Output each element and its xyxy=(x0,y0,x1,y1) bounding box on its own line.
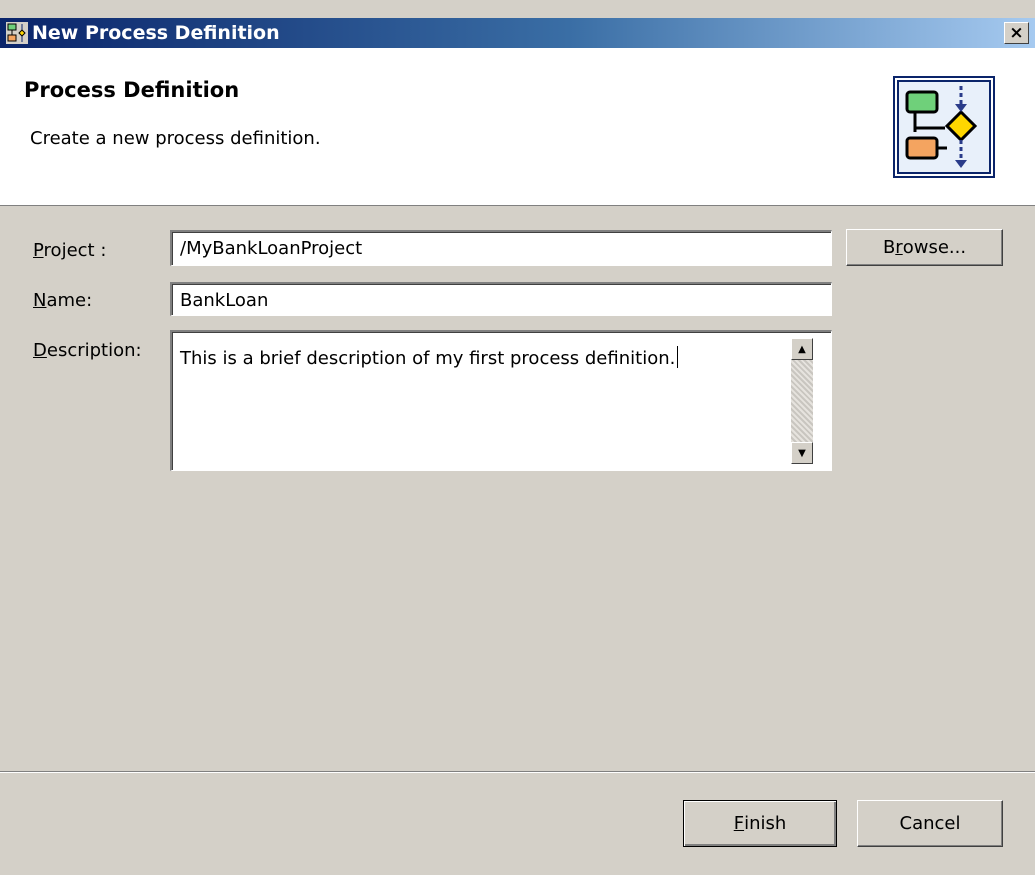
scroll-down-button[interactable]: ▼ xyxy=(791,442,813,464)
close-icon: × xyxy=(1009,22,1024,43)
cancel-button[interactable]: Cancel xyxy=(857,800,1003,847)
footer-divider xyxy=(0,771,1035,773)
name-field[interactable]: BankLoan xyxy=(170,282,832,316)
new-process-definition-dialog: New Process Definition × Process Definit… xyxy=(0,0,1035,875)
close-button[interactable]: × xyxy=(1004,22,1029,44)
description-scrollbar[interactable]: ▲ ▼ xyxy=(791,338,813,464)
process-flow-icon xyxy=(6,22,28,44)
project-label: Project : xyxy=(33,240,107,261)
project-field[interactable]: /MyBankLoanProject xyxy=(170,230,832,266)
description-label: Description: xyxy=(33,340,142,361)
process-flow-icon xyxy=(893,76,995,178)
text-caret xyxy=(677,346,679,368)
description-textarea[interactable]: This is a brief description of my first … xyxy=(170,330,832,471)
name-label: Name: xyxy=(33,290,93,311)
page-description: Create a new process definition. xyxy=(30,128,321,149)
page-title: Process Definition xyxy=(24,78,240,102)
arrow-down-icon: ▼ xyxy=(798,447,806,459)
finish-button[interactable]: Finish xyxy=(683,800,837,847)
description-text: This is a brief description of my first … xyxy=(180,346,679,369)
scroll-up-button[interactable]: ▲ xyxy=(791,338,813,360)
title-bar[interactable]: New Process Definition × xyxy=(0,18,1035,48)
arrow-up-icon: ▲ xyxy=(798,343,806,355)
window-title: New Process Definition xyxy=(32,22,280,44)
browse-button[interactable]: Br owse... xyxy=(846,229,1003,266)
wizard-banner: Process Definition Create a new process … xyxy=(0,48,1035,206)
